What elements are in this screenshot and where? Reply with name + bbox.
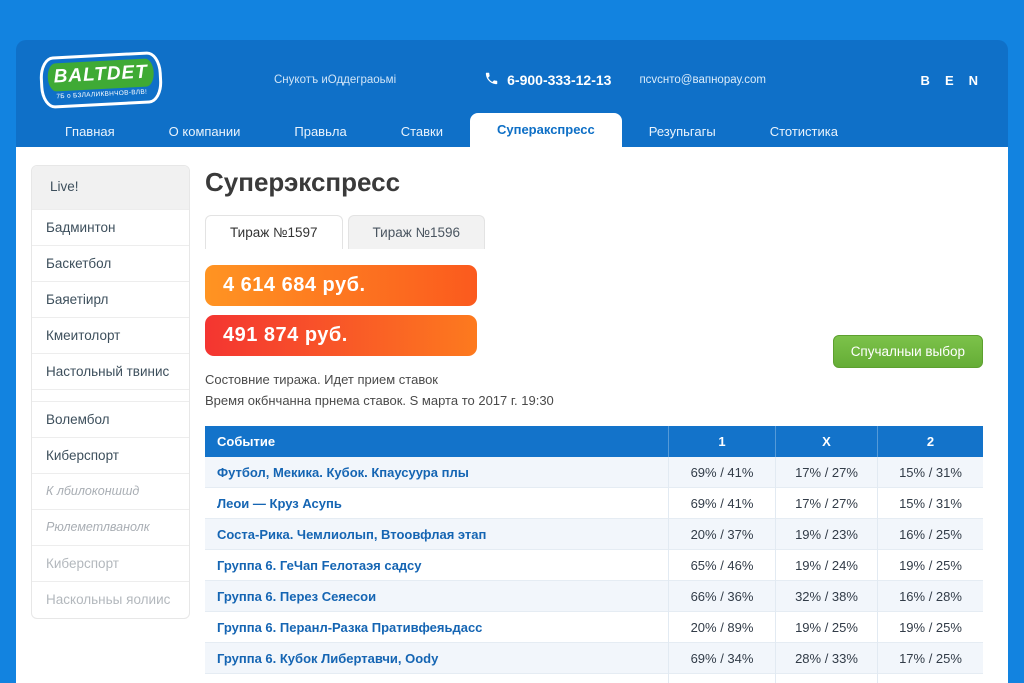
event-link[interactable]: Футбол, Мекика. Кубок. Кпаусуура плы (205, 465, 668, 480)
odds-cell-2[interactable]: 17% / 25% (877, 643, 983, 674)
page-background: { "header": { "logo": { "title": "BALTDE… (0, 0, 1024, 683)
table-row: Футбол, Мекика. Кубок. Кпаусуура плы 69%… (205, 457, 983, 488)
nav-item[interactable]: О компании (142, 118, 268, 147)
phone-number[interactable]: 6-900-333-12-13 (507, 72, 611, 88)
odds-cell-2[interactable]: 19% / 25% (877, 550, 983, 581)
sidebar-item[interactable]: К лбилоконшшд (32, 474, 189, 510)
odds-cell-2[interactable]: 15% / 31% (877, 488, 983, 519)
event-link[interactable]: Соста-Рика. Чемлиолып, Втоовфлая этап (205, 527, 668, 542)
events-table-header: Событие 1 X 2 (205, 426, 983, 457)
language-switcher: B E N (921, 73, 978, 88)
nav-item[interactable]: Резупьгагы (622, 118, 743, 147)
random-pick-button[interactable]: Спучалныи выбор (833, 335, 983, 368)
column-header-1: 1 (668, 426, 775, 457)
draw-tab[interactable]: Тираж №1597 (205, 215, 343, 249)
odds-cell-2[interactable]: 22% / 20% (877, 674, 983, 683)
table-row: Группа 6. Перанл-Разка Пративфеяьдасс 20… (205, 612, 983, 643)
column-header-event: Событие (205, 434, 668, 449)
site-window: BALTDET 7Б о БЗЛАЛИКВНЧОВ-ВЛВ! Снукотъ и… (16, 40, 1008, 683)
odds-cell-1[interactable]: 69% / 34% (668, 643, 775, 674)
odds-cell-2[interactable]: 16% / 28% (877, 581, 983, 612)
jackpot-secondary-button[interactable]: 491 874 руб. (205, 315, 477, 356)
table-row: Леои — Круз Асупь 69% / 41% 17% / 27% 15… (205, 488, 983, 519)
nav-item[interactable]: Суперакспресс (470, 113, 622, 147)
odds-cell-x[interactable]: 17% / 27% (775, 457, 877, 488)
sidebar-item[interactable]: Киберспорт (32, 438, 189, 474)
page-title: Суперэкспресс (205, 167, 983, 198)
odds-cell-x[interactable]: 19% / 25% (775, 612, 877, 643)
sidebar-item[interactable]: Киберспорт (32, 546, 189, 582)
sidebar-item[interactable]: Кмеитолорт (32, 318, 189, 354)
sports-sidebar: Live! Бадминтон Баскетбол Баяетіирл Кмеи… (31, 165, 190, 619)
odds-cell-x[interactable]: 17% / 27% (775, 488, 877, 519)
column-header-2: 2 (877, 426, 983, 457)
events-table: Событие 1 X 2 Футбол, Мекика. Кубок. Кпа… (205, 426, 983, 683)
status-line-1: Состовние тиража. Идет прием ставок (205, 369, 983, 390)
event-link[interactable]: Группа 6. ГеЧап Fелотаэя садсу (205, 558, 668, 573)
odds-cell-2[interactable]: 15% / 31% (877, 457, 983, 488)
odds-cell-1[interactable]: 65% / 46% (668, 550, 775, 581)
header-note: Снукотъ иОддеграоьмі (274, 74, 396, 86)
odds-cell-2[interactable]: 16% / 25% (877, 519, 983, 550)
site-header: BALTDET 7Б о БЗЛАЛИКВНЧОВ-ВЛВ! Снукотъ и… (16, 40, 1008, 120)
odds-cell-2[interactable]: 19% / 25% (877, 612, 983, 643)
odds-cell-1[interactable]: 66% / 36% (668, 581, 775, 612)
draw-tab[interactable]: Тираж №1596 (348, 215, 486, 249)
draw-status: Состовние тиража. Идет прием ставок Врем… (205, 369, 983, 411)
event-link[interactable]: Группа 6. Перанл-Разка Пративфеяьдасс (205, 620, 668, 635)
sidebar-item[interactable]: Волембол (32, 402, 189, 438)
phone-icon (484, 71, 499, 89)
sidebar-item[interactable]: Баскетбол (32, 246, 189, 282)
odds-cell-1[interactable]: 69% / 41% (668, 488, 775, 519)
odds-cell-x[interactable]: 12% / 22% (775, 674, 877, 683)
sidebar-item[interactable]: Баяетіирл (32, 282, 189, 318)
nav-item[interactable]: Правьла (267, 118, 373, 147)
event-link[interactable]: Группа 6. Кубок Либертавчи, Ооdy (205, 651, 668, 666)
sidebar-item[interactable]: Наскольньы яолиис (32, 582, 189, 618)
event-link[interactable]: Группа 6. Перез Сеяесои (205, 589, 668, 604)
status-line-2: Время окбнчанна прнема ставок. S марта т… (205, 390, 983, 411)
logo-title: BALTDET (47, 58, 154, 92)
nav-item[interactable]: Стотистика (743, 118, 865, 147)
baltdet-logo[interactable]: BALTDET 7Б о БЗЛАЛИКВНЧОВ-ВЛВ! (39, 51, 164, 109)
odds-cell-x[interactable]: 32% / 38% (775, 581, 877, 612)
odds-cell-x[interactable]: 19% / 23% (775, 519, 877, 550)
table-row: Группа 6. Перез Сеяесои 66% / 36% 32% / … (205, 581, 983, 612)
column-header-x: X (775, 426, 877, 457)
sidebar-item[interactable]: Бадминтон (32, 210, 189, 246)
nav-item[interactable]: Ставки (374, 118, 470, 147)
lang-n-button[interactable]: N (969, 73, 978, 88)
sidebar-item[interactable]: Live! (32, 166, 189, 210)
sidebar-item[interactable] (32, 390, 189, 402)
jackpot-primary-button[interactable]: 4 614 684 руб. (205, 265, 477, 306)
table-row: Соста-Рика. Чемлиолып, Втоовфлая этап 20… (205, 519, 983, 550)
sidebar-item[interactable]: Рюлеметлванолк (32, 510, 189, 546)
email-link[interactable]: псvснто@вапнорау.com (639, 74, 766, 86)
main-nav: Гпавная О компании Правьла Ставки Супера… (16, 120, 1008, 147)
lang-e-button[interactable]: E (945, 73, 954, 88)
lang-b-button[interactable]: B (921, 73, 930, 88)
content-area: Live! Бадминтон Баскетбол Баяетіирл Кмеи… (16, 147, 1008, 683)
nav-item[interactable]: Гпавная (38, 118, 142, 147)
odds-cell-1[interactable]: 69% / 41% (668, 457, 775, 488)
odds-cell-x[interactable]: 28% / 33% (775, 643, 877, 674)
events-table-body: Футбол, Мекика. Кубок. Кпаусуура плы 69%… (205, 457, 983, 683)
draw-tabs: Тираж №1597 Тираж №1596 (205, 215, 983, 249)
event-link[interactable]: Леои — Круз Асупь (205, 496, 668, 511)
odds-cell-1[interactable]: 20% / 37% (668, 519, 775, 550)
table-row: Группа 6. Кубок Либертавчи, Ооdy 69% / 3… (205, 643, 983, 674)
table-row: Группа 6. ГеЧап Fелотаэя садсу 65% / 46%… (205, 550, 983, 581)
sidebar-item[interactable]: Настольный твинис (32, 354, 189, 390)
phone-block: 6-900-333-12-13 (484, 71, 611, 89)
main-panel: Суперэкспресс Тираж №1597 Тираж №1596 4 … (190, 147, 1008, 683)
odds-cell-1[interactable]: 20% / 89% (668, 612, 775, 643)
odds-cell-1[interactable]: 69% / 23% (668, 674, 775, 683)
odds-cell-x[interactable]: 19% / 24% (775, 550, 877, 581)
table-row: Группа 6. Доразуоос Фолтаи 69% / 23% 12%… (205, 674, 983, 683)
